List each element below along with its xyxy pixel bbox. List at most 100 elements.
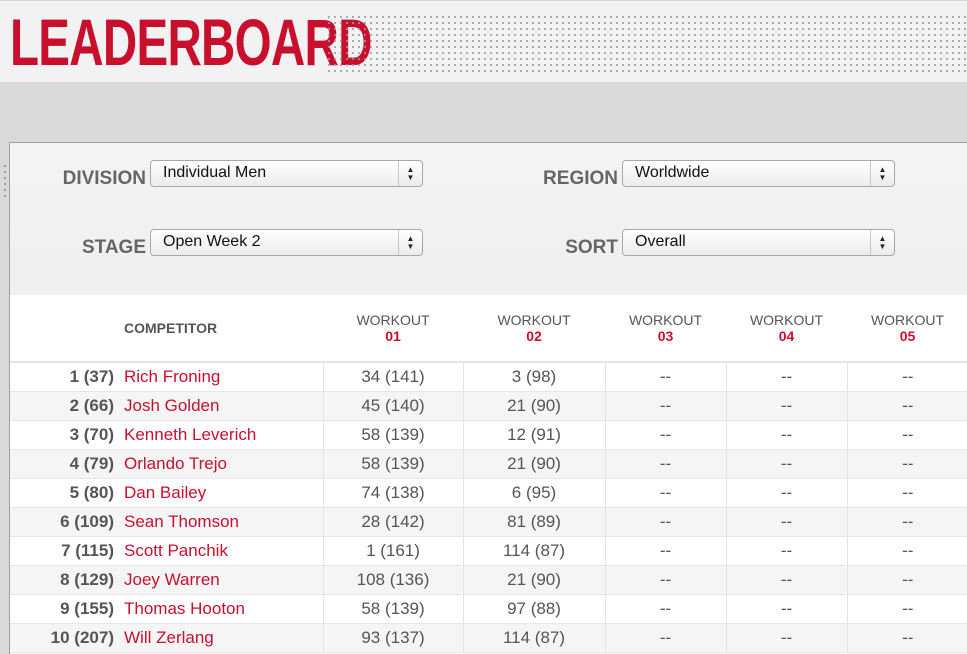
workout-score-cell: 81 (89) <box>462 507 605 537</box>
workout-score-cell: -- <box>604 594 726 624</box>
competitor-name-link[interactable]: Kenneth Leverich <box>124 420 323 450</box>
table-row: 1 (37) Rich Froning 34 (141) 3 (98) -- -- -- <box>10 362 967 392</box>
rank-cell: 8 (129) <box>10 565 124 595</box>
workout-score-cell: 45 (140) <box>322 391 463 421</box>
rank-cell: 3 (70) <box>10 420 124 450</box>
sort-select[interactable]: Overall ▲ ▼ <box>622 229 895 256</box>
table-row: 7 (115) Scott Panchik 1 (161) 114 (87) -- -- -… <box>10 536 967 566</box>
workout-score-cell: -- <box>604 507 726 537</box>
workout-score-cell: 6 (95) <box>462 478 605 508</box>
division-label: DIVISION <box>62 168 146 189</box>
workout-score-cell: -- <box>846 391 967 421</box>
table-row: 5 (80) Dan Bailey 74 (138) 6 (95) -- -- -- <box>10 478 967 508</box>
workout-01-header[interactable]: WORKOUT 01 <box>323 295 463 363</box>
table-row: 8 (129) Joey Warren 108 (136) 21 (90) -- -- -- <box>10 565 967 595</box>
workout-score-cell: -- <box>846 362 967 392</box>
workout-score-cell: 3 (98) <box>462 362 605 392</box>
rank-header <box>10 295 124 363</box>
division-select[interactable]: Individual Men ▲ ▼ <box>150 160 423 187</box>
workout-score-cell: 74 (138) <box>322 478 463 508</box>
workout-score-cell: -- <box>846 478 967 508</box>
table-row: 9 (155) Thomas Hooton 58 (139) 97 (88) -- -- -… <box>10 594 967 624</box>
workout-score-cell: 97 (88) <box>462 594 605 624</box>
leaderboard-table: COMPETITOR WORKOUT 01 WORKOUT 02 WORKOUT 03… <box>10 295 967 653</box>
workout-02-header[interactable]: WORKOUT 02 <box>463 295 605 363</box>
workout-score-cell: 34 (141) <box>322 362 463 392</box>
select-arrows-icon: ▲ ▼ <box>870 161 894 186</box>
rank-cell: 1 (37) <box>10 362 124 392</box>
stage-label: STAGE <box>81 237 146 258</box>
workout-score-cell: -- <box>604 623 726 653</box>
sort-label: SORT <box>565 237 618 258</box>
workout-score-cell: -- <box>604 420 726 450</box>
rank-cell: 4 (79) <box>10 449 124 479</box>
dot-pattern-decoration <box>326 14 967 72</box>
workout-score-cell: -- <box>846 507 967 537</box>
workout-score-cell: -- <box>725 565 847 595</box>
competitor-name-link[interactable]: Joey Warren <box>124 565 323 595</box>
competitor-name-link[interactable]: Dan Bailey <box>124 478 323 508</box>
workout-score-cell: -- <box>604 391 726 421</box>
workout-score-cell: 58 (139) <box>322 594 463 624</box>
competitor-name-link[interactable]: Sean Thomson <box>124 507 323 537</box>
region-select[interactable]: Worldwide ▲ ▼ <box>622 160 895 187</box>
workout-04-header[interactable]: WORKOUT 04 <box>726 295 847 363</box>
workout-score-cell: 28 (142) <box>322 507 463 537</box>
table-row: 6 (109) Sean Thomson 28 (142) 81 (89) -- -- -- <box>10 507 967 537</box>
workout-score-cell: -- <box>604 536 726 566</box>
workout-score-cell: -- <box>604 478 726 508</box>
workout-score-cell: 21 (90) <box>462 449 605 479</box>
drag-handle-icon[interactable] <box>4 163 6 199</box>
stage-select[interactable]: Open Week 2 ▲ ▼ <box>150 229 423 256</box>
workout-score-cell: -- <box>846 449 967 479</box>
workout-score-cell: 1 (161) <box>322 536 463 566</box>
workout-05-header[interactable]: WORKOUT 05 <box>847 295 967 363</box>
workout-score-cell: -- <box>725 449 847 479</box>
workout-score-cell: 58 (139) <box>322 449 463 479</box>
leaderboard-panel: DIVISION Individual Men ▲ ▼ REGION Worldw… <box>9 142 967 654</box>
sort-value: Overall <box>635 233 686 250</box>
competitor-name-link[interactable]: Orlando Trejo <box>124 449 323 479</box>
workout-score-cell: 114 (87) <box>462 623 605 653</box>
rank-cell: 10 (207) <box>10 623 124 653</box>
workout-score-cell: -- <box>725 623 847 653</box>
workout-03-header[interactable]: WORKOUT 03 <box>605 295 726 363</box>
rank-cell: 2 (66) <box>10 391 124 421</box>
workout-score-cell: -- <box>725 478 847 508</box>
workout-score-cell: 108 (136) <box>322 565 463 595</box>
workout-score-cell: 114 (87) <box>462 536 605 566</box>
workout-score-cell: -- <box>846 623 967 653</box>
filters-area: DIVISION Individual Men ▲ ▼ REGION Worldw… <box>10 143 967 295</box>
competitor-name-link[interactable]: Scott Panchik <box>124 536 323 566</box>
select-arrows-icon: ▲ ▼ <box>870 230 894 255</box>
rank-cell: 7 (115) <box>10 536 124 566</box>
rank-cell: 9 (155) <box>10 594 124 624</box>
table-row: 4 (79) Orlando Trejo 58 (139) 21 (90) -- -- -- <box>10 449 967 479</box>
workout-score-cell: -- <box>725 536 847 566</box>
workout-score-cell: -- <box>725 594 847 624</box>
header-spacer <box>0 82 967 142</box>
rank-cell: 5 (80) <box>10 478 124 508</box>
competitor-name-link[interactable]: Will Zerlang <box>124 623 323 653</box>
table-row: 3 (70) Kenneth Leverich 58 (139) 12 (91) -- -… <box>10 420 967 450</box>
competitor-header[interactable]: COMPETITOR <box>124 295 323 363</box>
table-row: 10 (207) Will Zerlang 93 (137) 114 (87) -- --… <box>10 623 967 653</box>
workout-score-cell: -- <box>604 565 726 595</box>
table-header-row: COMPETITOR WORKOUT 01 WORKOUT 02 WORKOUT 03… <box>10 295 967 363</box>
region-label: REGION <box>543 168 618 189</box>
workout-score-cell: -- <box>846 594 967 624</box>
competitor-name-link[interactable]: Rich Froning <box>124 362 323 392</box>
competitor-name-link[interactable]: Josh Golden <box>124 391 323 421</box>
workout-score-cell: -- <box>725 420 847 450</box>
workout-score-cell: -- <box>725 391 847 421</box>
division-value: Individual Men <box>163 164 267 181</box>
workout-score-cell: -- <box>846 420 967 450</box>
workout-score-cell: -- <box>725 362 847 392</box>
select-arrows-icon: ▲ ▼ <box>398 230 422 255</box>
header-bar: LEADERBOARD <box>0 0 967 82</box>
table-row: 2 (66) Josh Golden 45 (140) 21 (90) -- -- -- <box>10 391 967 421</box>
workout-score-cell: -- <box>604 362 726 392</box>
stage-value: Open Week 2 <box>163 233 261 250</box>
select-arrows-icon: ▲ ▼ <box>398 161 422 186</box>
competitor-name-link[interactable]: Thomas Hooton <box>124 594 323 624</box>
